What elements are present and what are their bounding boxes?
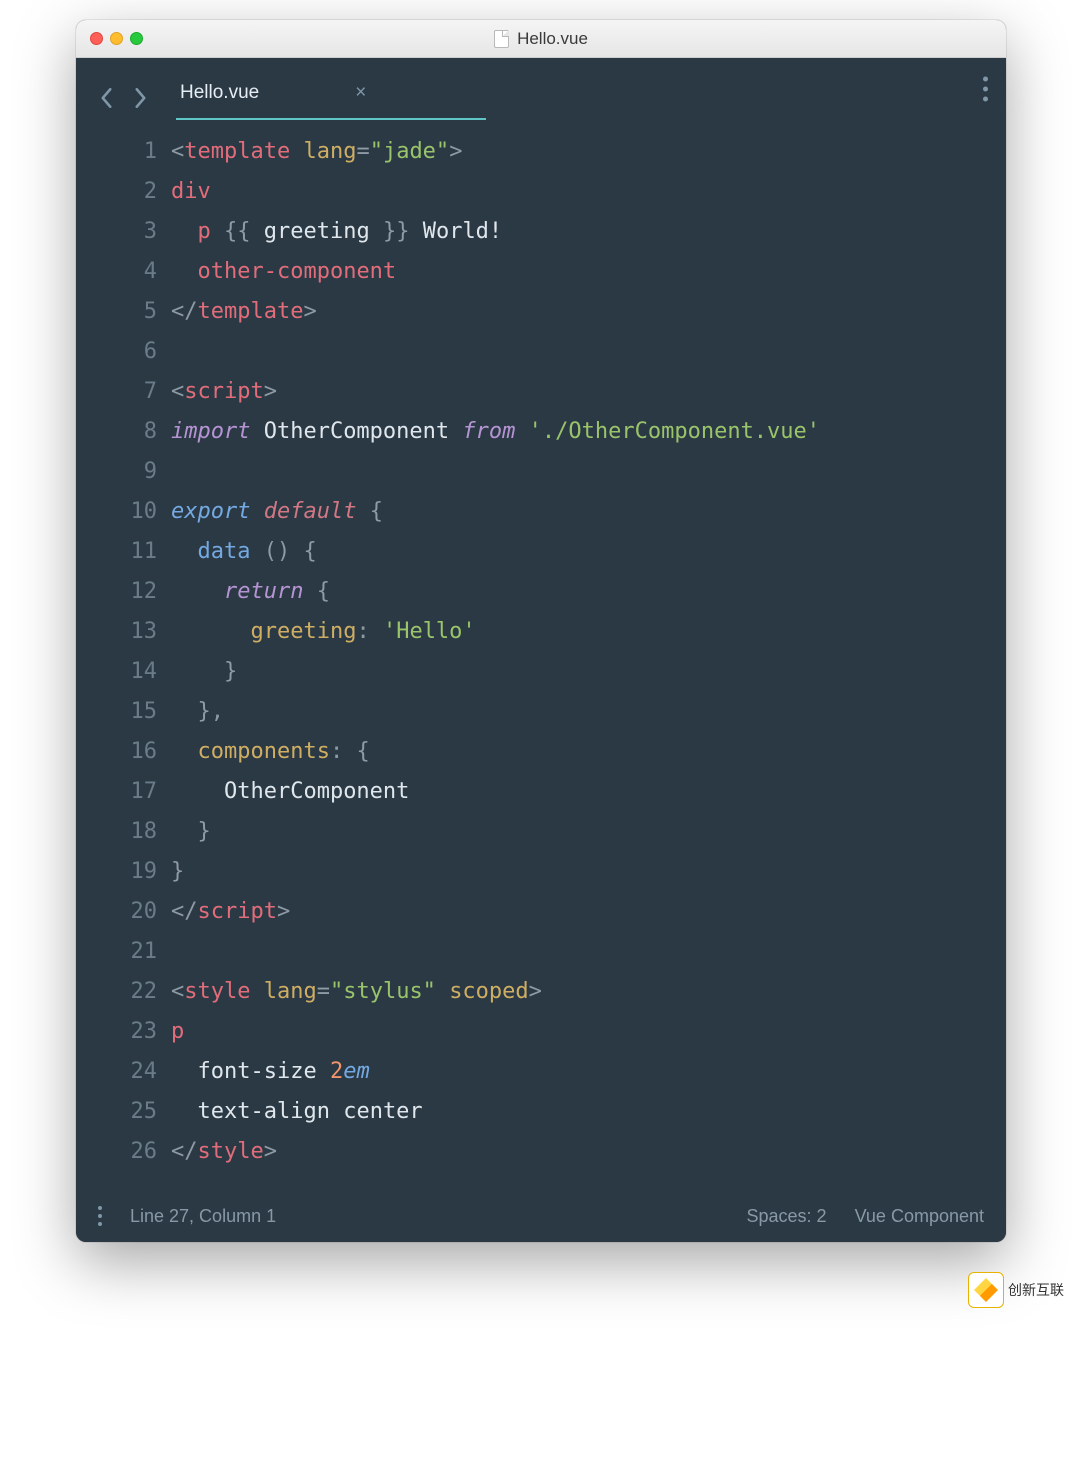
status-cursor[interactable]: Line 27, Column 1 — [130, 1206, 276, 1227]
code-line[interactable]: p — [171, 1012, 1006, 1052]
line-number: 23 — [76, 1012, 157, 1052]
code-line[interactable]: data () { — [171, 532, 1006, 572]
kebab-menu-icon[interactable] — [983, 77, 988, 102]
line-number: 4 — [76, 252, 157, 292]
tab-underline — [176, 118, 486, 120]
code-line[interactable]: <template lang="jade"> — [171, 132, 1006, 172]
code-line[interactable]: components: { — [171, 732, 1006, 772]
tab-close-icon[interactable]: × — [349, 82, 372, 104]
code-area[interactable]: <template lang="jade">div p {{ greeting … — [171, 132, 1006, 1172]
status-menu-icon[interactable] — [98, 1206, 102, 1226]
line-number: 24 — [76, 1052, 157, 1092]
line-number: 3 — [76, 212, 157, 252]
line-number: 1 — [76, 132, 157, 172]
app-body: Hello.vue × 1234567891011121314151617181… — [76, 58, 1006, 1242]
line-number: 25 — [76, 1092, 157, 1132]
line-number: 26 — [76, 1132, 157, 1172]
line-number: 17 — [76, 772, 157, 812]
tab-title: Hello.vue — [180, 82, 259, 104]
code-line[interactable]: greeting: 'Hello' — [171, 612, 1006, 652]
editor-window: Hello.vue Hello.vue × 123456789101112131… — [76, 20, 1006, 1242]
code-line[interactable]: font-size 2em — [171, 1052, 1006, 1092]
code-line[interactable]: other-component — [171, 252, 1006, 292]
code-line[interactable] — [171, 332, 1006, 372]
code-line[interactable]: p {{ greeting }} World! — [171, 212, 1006, 252]
code-line[interactable] — [171, 452, 1006, 492]
status-syntax[interactable]: Vue Component — [855, 1206, 984, 1227]
line-number: 9 — [76, 452, 157, 492]
line-number: 13 — [76, 612, 157, 652]
line-number: 11 — [76, 532, 157, 572]
zoom-window-button[interactable] — [130, 32, 143, 45]
watermark-logo-icon — [968, 1272, 1004, 1308]
line-number: 19 — [76, 852, 157, 892]
code-line[interactable]: <script> — [171, 372, 1006, 412]
code-line[interactable]: OtherComponent — [171, 772, 1006, 812]
line-number: 16 — [76, 732, 157, 772]
line-number: 5 — [76, 292, 157, 332]
line-number: 7 — [76, 372, 157, 412]
watermark: 创新互联 — [968, 1272, 1076, 1308]
code-line[interactable]: import OtherComponent from './OtherCompo… — [171, 412, 1006, 452]
code-line[interactable]: text-align center — [171, 1092, 1006, 1132]
status-bar: Line 27, Column 1 Spaces: 2 Vue Componen… — [76, 1190, 1006, 1242]
nav-forward-icon[interactable] — [132, 87, 148, 109]
code-line[interactable]: } — [171, 652, 1006, 692]
file-icon — [494, 30, 509, 48]
code-line[interactable] — [171, 932, 1006, 972]
window-title-text: Hello.vue — [517, 29, 588, 49]
code-line[interactable]: div — [171, 172, 1006, 212]
line-number: 10 — [76, 492, 157, 532]
tab-bar: Hello.vue × — [76, 58, 1006, 120]
window-title: Hello.vue — [76, 29, 1006, 49]
code-line[interactable]: }, — [171, 692, 1006, 732]
code-line[interactable]: </script> — [171, 892, 1006, 932]
code-line[interactable]: return { — [171, 572, 1006, 612]
close-window-button[interactable] — [90, 32, 103, 45]
line-number: 21 — [76, 932, 157, 972]
line-number: 8 — [76, 412, 157, 452]
line-number: 15 — [76, 692, 157, 732]
code-editor[interactable]: 1234567891011121314151617181920212223242… — [76, 120, 1006, 1190]
line-gutter: 1234567891011121314151617181920212223242… — [76, 132, 171, 1172]
tab-hello-vue[interactable]: Hello.vue × — [176, 76, 376, 120]
line-number: 6 — [76, 332, 157, 372]
nav-back-icon[interactable] — [98, 87, 114, 109]
line-number: 14 — [76, 652, 157, 692]
code-line[interactable]: } — [171, 812, 1006, 852]
code-line[interactable]: </template> — [171, 292, 1006, 332]
line-number: 20 — [76, 892, 157, 932]
code-line[interactable]: <style lang="stylus" scoped> — [171, 972, 1006, 1012]
titlebar: Hello.vue — [76, 20, 1006, 58]
code-line[interactable]: </style> — [171, 1132, 1006, 1172]
code-line[interactable]: } — [171, 852, 1006, 892]
line-number: 12 — [76, 572, 157, 612]
status-indent[interactable]: Spaces: 2 — [747, 1206, 827, 1227]
code-line[interactable]: export default { — [171, 492, 1006, 532]
line-number: 22 — [76, 972, 157, 1012]
nav-arrows — [98, 87, 176, 109]
line-number: 2 — [76, 172, 157, 212]
watermark-text: 创新互联 — [1008, 1280, 1064, 1300]
minimize-window-button[interactable] — [110, 32, 123, 45]
line-number: 18 — [76, 812, 157, 852]
